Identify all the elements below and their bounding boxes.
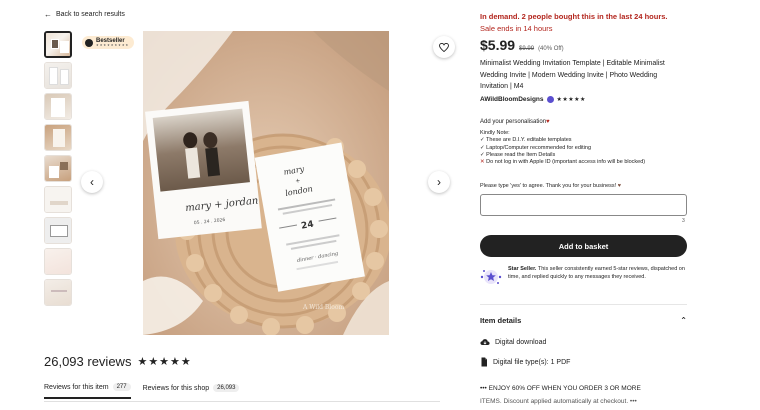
thumbnail-8[interactable]: [44, 248, 72, 275]
badge-sub: ★★★★★★★★★: [96, 43, 130, 47]
note-warning: ✕ Do not log in with Apple ID (important…: [480, 159, 645, 166]
thumbnail-5[interactable]: [44, 155, 72, 182]
detail-digital-download: Digital download: [480, 338, 546, 347]
chevron-up-icon: ⌃: [680, 316, 687, 325]
main-product-image: mary + jordan 05 . 24 . 2026 mary + lond…: [143, 31, 389, 335]
tab-label: Reviews for this shop: [142, 384, 210, 392]
tab-reviews-item[interactable]: Reviews for this item 277: [44, 383, 131, 399]
thumbnail-1[interactable]: [44, 31, 72, 58]
reviews-count: 26,093 reviews: [44, 354, 132, 369]
heart-icon: ♥: [617, 183, 622, 189]
watermark: A Wild Bloom: [302, 304, 344, 311]
shop-info: AWildBloomDesigns ★★★★★: [480, 96, 586, 103]
promo-text: ••• ENJOY 60% OFF WHEN YOU ORDER 3 OR MO…: [480, 382, 690, 408]
bestseller-badge: Bestseller ★★★★★★★★★: [82, 36, 135, 49]
star-seller-title: Star Seller.: [508, 266, 537, 272]
add-to-basket-button[interactable]: Add to basket: [480, 235, 687, 257]
shop-name-link[interactable]: AWildBloomDesigns: [480, 96, 544, 103]
medal-icon: [85, 38, 93, 47]
note-line: ✓ These are D.I.Y. editable templates: [480, 137, 572, 144]
verified-icon: [546, 96, 554, 103]
file-icon: [481, 357, 487, 367]
download-icon: [480, 339, 490, 345]
thumbnail-6[interactable]: [44, 186, 72, 213]
thumbnail-9[interactable]: [44, 279, 72, 306]
star-seller-icon: [480, 266, 502, 288]
product-photo-illustration: mary + jordan 05 . 24 . 2026 mary + lond…: [143, 31, 389, 335]
personalisation-notes: Kindly Note: ✓ These are D.I.Y. editable…: [480, 130, 645, 166]
previous-image-button[interactable]: ‹: [81, 171, 103, 193]
thumbnail-3[interactable]: [44, 93, 72, 120]
chevron-right-icon: ›: [437, 175, 441, 189]
note-line: ✓ Laptop/Computer recommended for editin…: [480, 144, 592, 151]
promo-line: ••• ENJOY 60% OFF WHEN YOU ORDER 3 OR MO…: [480, 385, 641, 392]
note-line: ✓ Please read the Item Details: [480, 151, 556, 158]
original-price: $9.99: [519, 46, 535, 52]
current-price: $5.99: [480, 37, 516, 53]
cross-icon: ✕: [480, 159, 485, 166]
chevron-left-icon: ‹: [90, 175, 94, 189]
product-title: Minimalist Wedding Invitation Template |…: [480, 60, 665, 90]
detail-file-type: Digital file type(s): 1 PDF: [480, 357, 570, 367]
thumbnail-7[interactable]: [44, 217, 72, 244]
price-block: $5.99 $9.99 (40% Off): [480, 37, 564, 53]
back-label: Back to search results: [56, 11, 125, 18]
char-counter: 3: [682, 218, 685, 224]
thumbnail-strip: [44, 31, 72, 310]
personalisation-input[interactable]: [480, 194, 687, 216]
note-line: Kindly Note:: [480, 130, 510, 136]
reviews-tabs: Reviews for this item 277 Reviews for th…: [44, 383, 240, 399]
star-seller-text: Star Seller. This seller consistently ea…: [508, 266, 687, 288]
section-divider: [480, 304, 687, 305]
shop-stars: ★★★★★: [556, 97, 586, 103]
sale-ends-notice: Sale ends in 14 hours: [480, 24, 553, 33]
promo-line: ITEMS. Discount applied automatically at…: [480, 398, 637, 405]
tab-reviews-shop[interactable]: Reviews for this shop 26,093: [143, 383, 240, 399]
heart-icon: [439, 42, 449, 52]
next-image-button[interactable]: ›: [428, 171, 450, 193]
back-to-search-link[interactable]: ← Back to search results: [44, 10, 125, 19]
tab-label: Reviews for this item: [44, 383, 109, 391]
warning-text: Do not log in with Apple ID (important a…: [486, 159, 646, 166]
item-details-toggle[interactable]: Item details ⌃: [480, 316, 687, 325]
detail-label: Digital download: [495, 339, 547, 346]
required-heart-icon: ♥: [546, 119, 550, 125]
item-details-heading: Item details: [480, 316, 522, 325]
favorite-button[interactable]: [433, 36, 455, 58]
thumbnail-2[interactable]: [44, 62, 72, 89]
personalisation-prompt: Please type 'yes' to agree. Thank you fo…: [480, 183, 621, 189]
personalisation-label: Add your personalisation♥: [480, 119, 550, 125]
arrow-left-icon: ←: [44, 10, 52, 19]
reviews-heading: 26,093 reviews ★★★★★: [44, 354, 192, 369]
prompt-text: Please type 'yes' to agree. Thank you fo…: [480, 183, 617, 189]
star-seller-info: Star Seller. This seller consistently ea…: [480, 266, 687, 288]
tab-count: 26,093: [213, 384, 240, 392]
demand-notice: In demand. 2 people bought this in the l…: [480, 12, 668, 21]
discount-label: (40% Off): [538, 46, 564, 52]
tab-count: 277: [112, 383, 131, 391]
detail-label: Digital file type(s): 1 PDF: [493, 358, 571, 366]
thumbnail-4[interactable]: [44, 124, 72, 151]
personalisation-text: Add your personalisation: [480, 119, 547, 125]
tabs-divider: [44, 401, 440, 402]
reviews-stars: ★★★★★: [137, 356, 192, 368]
